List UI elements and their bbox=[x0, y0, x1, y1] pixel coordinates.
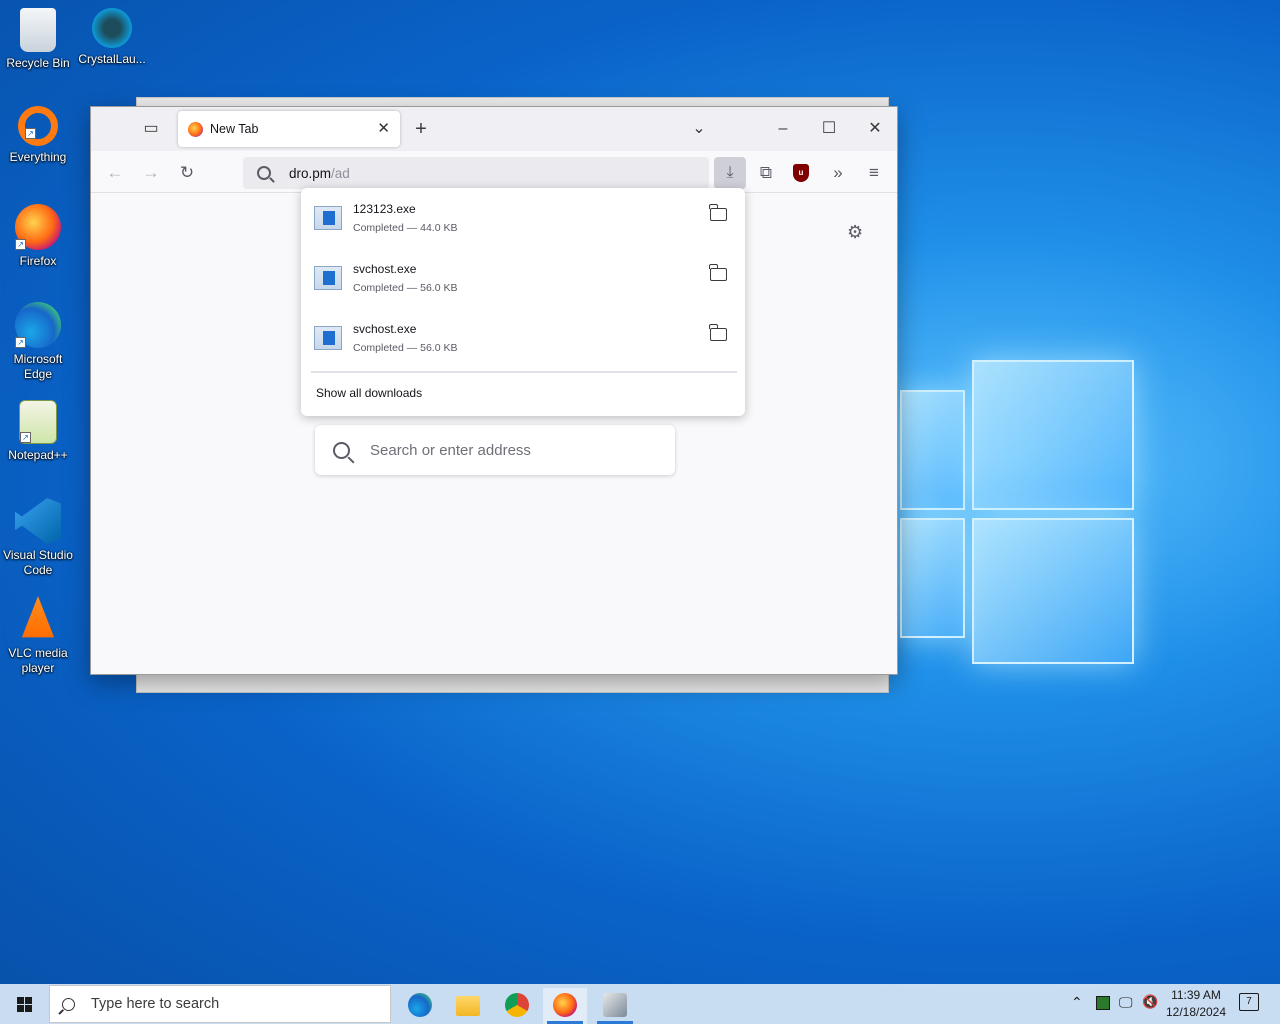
crystal-launcher-icon bbox=[92, 8, 132, 48]
desktop-icon-label: Microsoft Edge bbox=[13, 352, 63, 381]
reload-icon[interactable]: ↻ bbox=[174, 160, 200, 186]
taskbar-edge[interactable] bbox=[398, 988, 442, 1024]
url-host: dro.pm bbox=[289, 165, 332, 181]
notepad-plus-plus-icon: ↗ bbox=[19, 400, 57, 444]
tab-title: New Tab bbox=[210, 122, 259, 136]
taskbar-search-placeholder: Type here to search bbox=[91, 996, 220, 1012]
windows-start-icon bbox=[17, 997, 24, 1004]
downloads-panel: 123123.exe Completed — 44.0 KB svchost.e… bbox=[301, 188, 745, 416]
taskbar-search-box[interactable]: Type here to search bbox=[49, 985, 391, 1023]
edge-icon: ↗ bbox=[15, 302, 61, 348]
minimize-button[interactable]: – bbox=[771, 117, 795, 141]
search-icon bbox=[62, 997, 75, 1011]
download-status: Completed — 56.0 KB bbox=[353, 342, 458, 354]
windows-wallpaper-logo bbox=[900, 360, 1140, 670]
firefox-icon: ↗ bbox=[15, 204, 61, 250]
taskbar-file-explorer[interactable] bbox=[446, 988, 490, 1024]
extensions-puzzle-icon[interactable]: ⧉ bbox=[753, 160, 779, 186]
download-status: Completed — 44.0 KB bbox=[353, 222, 458, 234]
desktop-icon-label: Notepad++ bbox=[8, 448, 68, 462]
notification-center-icon[interactable]: 7 bbox=[1239, 993, 1259, 1011]
folder-icon[interactable] bbox=[709, 324, 727, 341]
desktop-icon-label: Visual Studio Code bbox=[3, 548, 73, 577]
folder-icon[interactable] bbox=[709, 264, 727, 281]
clock-time: 11:39 AM bbox=[1171, 988, 1221, 1002]
desktop-icon-label: Firefox bbox=[19, 254, 57, 268]
download-item[interactable]: svchost.exe Completed — 56.0 KB bbox=[301, 250, 745, 310]
exe-file-icon bbox=[314, 326, 342, 350]
taskbar: Type here to search ⌃ 🖵 🔇 11:39 AM 12/18… bbox=[0, 984, 1280, 1024]
desktop-icon-label: Everything bbox=[9, 150, 67, 164]
url-path: /ad bbox=[331, 165, 350, 181]
firefox-favicon-icon bbox=[188, 121, 203, 137]
desktop-icon-label: Recycle Bin bbox=[6, 56, 70, 70]
vscode-icon bbox=[15, 498, 61, 544]
clock[interactable]: 11:39 AM 12/18/2024 bbox=[1163, 987, 1229, 1021]
folder-icon bbox=[456, 996, 480, 1016]
new-tab-button[interactable]: + bbox=[409, 117, 433, 141]
gpu-tray-icon[interactable] bbox=[1096, 996, 1110, 1010]
tab-bar: ▭ New Tab ✕ + ⌄ – ☐ ✕ bbox=[91, 107, 897, 151]
vlc-cone-icon bbox=[21, 596, 55, 638]
desktop-icon-label: VLC media player bbox=[8, 646, 68, 675]
newtab-search-box[interactable]: Search or enter address bbox=[315, 425, 675, 475]
clock-date: 12/18/2024 bbox=[1165, 1005, 1227, 1019]
start-button[interactable] bbox=[0, 984, 48, 1024]
everything-search-icon: ↗ bbox=[18, 106, 58, 146]
search-icon bbox=[333, 441, 350, 459]
download-filename: svchost.exe bbox=[353, 322, 417, 336]
exe-file-icon bbox=[314, 206, 342, 230]
desktop-icon-vlc[interactable]: VLC media player bbox=[0, 596, 76, 676]
desktop-icon-recycle-bin[interactable]: Recycle Bin bbox=[0, 8, 76, 71]
desktop-icon-everything[interactable]: ↗ Everything bbox=[0, 106, 76, 165]
firefox-icon bbox=[553, 993, 577, 1017]
firefox-window[interactable]: ▭ New Tab ✕ + ⌄ – ☐ ✕ ← → ↻ dro.pm/ad ⤓ … bbox=[90, 106, 898, 675]
divider bbox=[311, 371, 737, 373]
notification-count: 7 bbox=[1246, 996, 1252, 1007]
address-bar[interactable]: dro.pm/ad bbox=[243, 157, 709, 189]
maximize-button[interactable]: ☐ bbox=[817, 117, 841, 141]
show-all-downloads-button[interactable]: Show all downloads bbox=[316, 386, 422, 400]
close-window-button[interactable]: ✕ bbox=[863, 117, 887, 141]
desktop-icon-label: CrystalLau... bbox=[78, 52, 146, 66]
show-hidden-icons-chevron-icon[interactable]: ⌃ bbox=[1071, 994, 1083, 1024]
ublock-origin-icon[interactable]: u bbox=[793, 164, 809, 182]
desktop-icon-crystallauncher[interactable]: CrystalLau... bbox=[74, 8, 150, 67]
chrome-icon bbox=[505, 993, 529, 1017]
tab-new-tab[interactable]: New Tab ✕ bbox=[178, 111, 400, 147]
folder-icon[interactable] bbox=[709, 204, 727, 221]
recycle-bin-icon bbox=[20, 8, 56, 52]
desktop-icon-firefox[interactable]: ↗ Firefox bbox=[0, 204, 76, 269]
download-filename: 123123.exe bbox=[353, 202, 416, 216]
firefox-view-button[interactable]: ▭ bbox=[139, 117, 163, 141]
navigation-toolbar: ← → ↻ dro.pm/ad ⤓ ⧉ u » ≡ bbox=[91, 151, 897, 193]
overflow-menu-chevrons-icon[interactable]: » bbox=[825, 160, 851, 186]
edge-icon bbox=[408, 993, 432, 1017]
download-item[interactable]: 123123.exe Completed — 44.0 KB bbox=[301, 190, 745, 250]
search-icon bbox=[257, 166, 271, 180]
app-icon bbox=[603, 993, 627, 1017]
desktop-icon-vscode[interactable]: Visual Studio Code bbox=[0, 498, 76, 578]
back-arrow-icon[interactable]: ← bbox=[102, 160, 128, 186]
volume-muted-icon[interactable]: 🔇 bbox=[1142, 994, 1158, 1024]
desktop-icon-notepadpp[interactable]: ↗ Notepad++ bbox=[0, 400, 76, 463]
taskbar-firefox[interactable] bbox=[543, 988, 587, 1024]
download-item[interactable]: svchost.exe Completed — 56.0 KB bbox=[301, 310, 745, 370]
download-status: Completed — 56.0 KB bbox=[353, 282, 458, 294]
desktop-icon-edge[interactable]: ↗ Microsoft Edge bbox=[0, 302, 76, 382]
forward-arrow-icon[interactable]: → bbox=[138, 160, 164, 186]
exe-file-icon bbox=[314, 266, 342, 290]
downloads-button[interactable]: ⤓ bbox=[714, 157, 746, 189]
taskbar-chrome[interactable] bbox=[495, 988, 539, 1024]
app-menu-hamburger-icon[interactable]: ≡ bbox=[861, 160, 887, 186]
network-icon[interactable]: 🖵 bbox=[1119, 994, 1133, 1024]
newtab-search-placeholder: Search or enter address bbox=[370, 441, 531, 459]
gear-icon[interactable]: ⚙ bbox=[847, 222, 863, 243]
list-all-tabs-chevron-icon[interactable]: ⌄ bbox=[687, 117, 711, 141]
download-filename: svchost.exe bbox=[353, 262, 417, 276]
close-tab-icon[interactable]: ✕ bbox=[377, 119, 390, 137]
taskbar-app[interactable] bbox=[593, 988, 637, 1024]
